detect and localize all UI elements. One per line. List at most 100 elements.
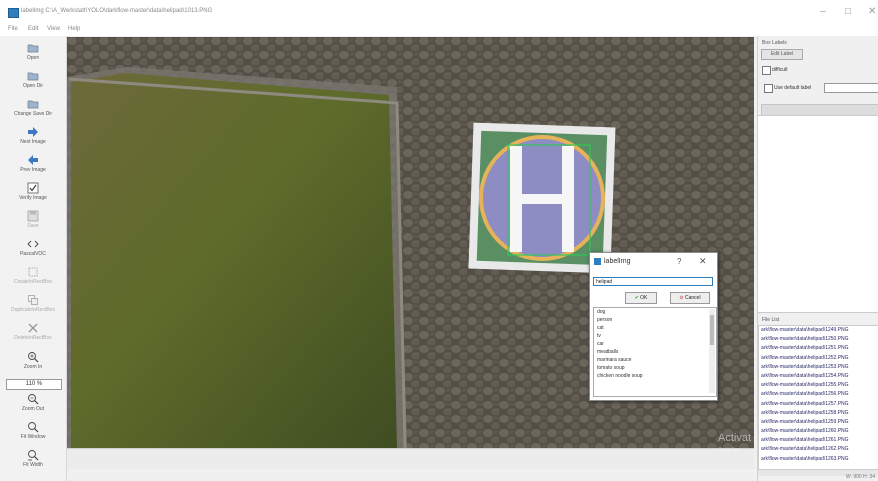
delete-rectbox-button[interactable]: Delete\nRectBox xyxy=(0,320,66,347)
right-panel: Box Labels Edit Label difficult Use defa… xyxy=(757,37,878,481)
code-icon xyxy=(27,240,39,248)
file-list-item[interactable]: ark\flow-master\data\helipad\1249.PNG xyxy=(759,326,878,335)
label-option[interactable]: marinara sauce xyxy=(594,356,716,364)
default-label-input[interactable] xyxy=(824,83,878,93)
label-dialog: labelImg ? ✕ helipad ✔ OK ⊘ Cancel dog p… xyxy=(589,252,718,401)
file-list-item[interactable]: ark\flow-master\data\helipad\1256.PNG xyxy=(759,390,878,399)
activation-watermark-sub: Go to Se xyxy=(718,447,738,453)
folder-icon xyxy=(27,44,39,53)
fit-width-button[interactable]: Fit Width xyxy=(0,447,66,474)
maximize-button[interactable]: □ xyxy=(845,6,851,17)
next-image-label: Next Image xyxy=(20,139,46,145)
zoom-in-label: Zoom In xyxy=(23,364,43,370)
app-icon xyxy=(8,8,19,18)
use-default-label-checkbox[interactable] xyxy=(764,84,773,93)
file-list-item[interactable]: ark\flow-master\data\helipad\1262.PNG xyxy=(759,445,878,454)
label-suggestions-list: dog person cat tv car meatballs marinara… xyxy=(593,307,717,397)
verify-image-button[interactable]: Verify Image xyxy=(0,180,66,207)
close-window-button[interactable]: ✕ xyxy=(868,6,876,17)
check-icon: ✔ xyxy=(634,295,639,301)
zoom-out-icon xyxy=(28,394,39,405)
format-button[interactable]: PascalVOC xyxy=(0,236,66,263)
delete-icon xyxy=(28,323,38,333)
box-labels-title: Box Labels xyxy=(762,40,787,46)
label-option[interactable]: tv xyxy=(594,332,716,340)
file-list-item[interactable]: ark\flow-master\data\helipad\1261.PNG xyxy=(759,436,878,445)
checkbox-icon xyxy=(27,182,39,194)
delete-rectbox-label: Delete\nRectBox xyxy=(14,335,52,341)
file-list-item[interactable]: ark\flow-master\data\helipad\1254.PNG xyxy=(759,372,878,381)
label-option[interactable]: person xyxy=(594,316,716,324)
box-labels-list[interactable] xyxy=(758,115,878,313)
file-list-item[interactable]: ark\flow-master\data\helipad\1257.PNG xyxy=(759,400,878,409)
fit-window-label: Fit Window xyxy=(20,434,46,440)
label-option[interactable]: meatballs xyxy=(594,348,716,356)
open-button[interactable]: Open xyxy=(0,40,66,67)
open-dir-button[interactable]: Open Dir xyxy=(0,68,66,95)
label-input[interactable]: helipad xyxy=(593,277,713,286)
label-option[interactable]: chicken noodle soup xyxy=(594,372,716,380)
file-list-item[interactable]: ark\flow-master\data\helipad\1259.PNG xyxy=(759,418,878,427)
menu-bar: File Edit View Help xyxy=(0,24,878,36)
cancel-label: Cancel xyxy=(685,295,701,301)
zoom-in-icon xyxy=(28,352,39,363)
canvas-horizontal-scrollbar[interactable] xyxy=(67,448,754,469)
create-rectbox-label: Create\nRectBox xyxy=(13,279,53,285)
label-option[interactable]: dog xyxy=(594,308,716,316)
change-save-dir-button[interactable]: Change Save Dir xyxy=(0,96,66,123)
file-list-item[interactable]: ark\flow-master\data\helipad\1251.PNG xyxy=(759,344,878,353)
zoom-value-spinbox[interactable]: 110 % xyxy=(6,379,62,390)
menu-view[interactable]: View xyxy=(47,26,60,32)
format-label: PascalVOC xyxy=(20,251,46,257)
file-list-item[interactable]: ark\flow-master\data\helipad\1252.PNG xyxy=(759,354,878,363)
difficult-checkbox[interactable] xyxy=(762,66,771,75)
fit-window-button[interactable]: Fit Window xyxy=(0,419,66,446)
prev-image-button[interactable]: Prev Image xyxy=(0,152,66,179)
help-button[interactable]: ? xyxy=(677,257,681,266)
dialog-title: labelImg xyxy=(604,258,631,265)
arrow-left-icon xyxy=(28,155,38,165)
create-rectbox-button[interactable]: Create\nRectBox xyxy=(0,264,66,291)
fit-width-label: Fit Width xyxy=(23,462,43,468)
folder-icon xyxy=(27,100,39,109)
label-option[interactable]: cat xyxy=(594,324,716,332)
menu-edit[interactable]: Edit xyxy=(28,26,38,32)
cancel-button[interactable]: ⊘ Cancel xyxy=(670,292,710,304)
file-list-title: File List xyxy=(762,317,780,323)
use-default-label-text: Use default label xyxy=(774,85,812,91)
arrow-right-icon xyxy=(28,127,38,137)
zoom-in-button[interactable]: Zoom In xyxy=(0,349,66,376)
status-bar-text: W: 900 H: 34 xyxy=(845,474,875,480)
difficult-label: difficult xyxy=(772,67,788,73)
file-list-item[interactable]: ark\flow-master\data\helipad\1250.PNG xyxy=(759,335,878,344)
list-scrollbar[interactable] xyxy=(709,309,715,393)
file-list-item[interactable]: ark\flow-master\data\helipad\1253.PNG xyxy=(759,363,878,372)
file-list: ark\flow-master\data\helipad\1249.PNG ar… xyxy=(758,325,878,470)
edit-label-button[interactable]: Edit Label xyxy=(761,49,803,60)
title-bar: labelImg C:\A_Werkstatt\YOLO\darkflow-ma… xyxy=(0,0,878,24)
save-label: Save xyxy=(27,223,39,229)
dialog-close-button[interactable]: ✕ xyxy=(699,256,707,267)
file-list-item[interactable]: ark\flow-master\data\helipad\1260.PNG xyxy=(759,427,878,436)
zoom-out-button[interactable]: Zoom Out xyxy=(0,391,66,418)
ok-button[interactable]: ✔ OK xyxy=(625,292,657,304)
label-option[interactable]: car xyxy=(594,340,716,348)
menu-help[interactable]: Help xyxy=(68,26,80,32)
change-save-dir-label: Change Save Dir xyxy=(13,111,53,117)
verify-image-label: Verify Image xyxy=(19,195,47,201)
minimize-button[interactable]: – xyxy=(820,6,826,17)
next-image-button[interactable]: Next Image xyxy=(0,124,66,151)
activation-watermark: Activat xyxy=(718,432,752,444)
menu-file[interactable]: File xyxy=(8,26,18,32)
file-list-item[interactable]: ark\flow-master\data\helipad\1263.PNG xyxy=(759,455,878,464)
duplicate-rectbox-label: Duplicate\nRectBox xyxy=(11,307,55,313)
open-dir-label: Open Dir xyxy=(22,83,43,89)
open-label: Open xyxy=(26,55,40,61)
scrollbar-thumb[interactable] xyxy=(710,315,714,345)
left-toolbar: Open Open Dir Change Save Dir Next Image… xyxy=(0,36,67,481)
label-option[interactable]: tomato soup xyxy=(594,364,716,372)
file-list-item[interactable]: ark\flow-master\data\helipad\1258.PNG xyxy=(759,409,878,418)
save-button[interactable]: Save xyxy=(0,208,66,235)
duplicate-rectbox-button[interactable]: Duplicate\nRectBox xyxy=(0,292,66,319)
file-list-item[interactable]: ark\flow-master\data\helipad\1255.PNG xyxy=(759,381,878,390)
